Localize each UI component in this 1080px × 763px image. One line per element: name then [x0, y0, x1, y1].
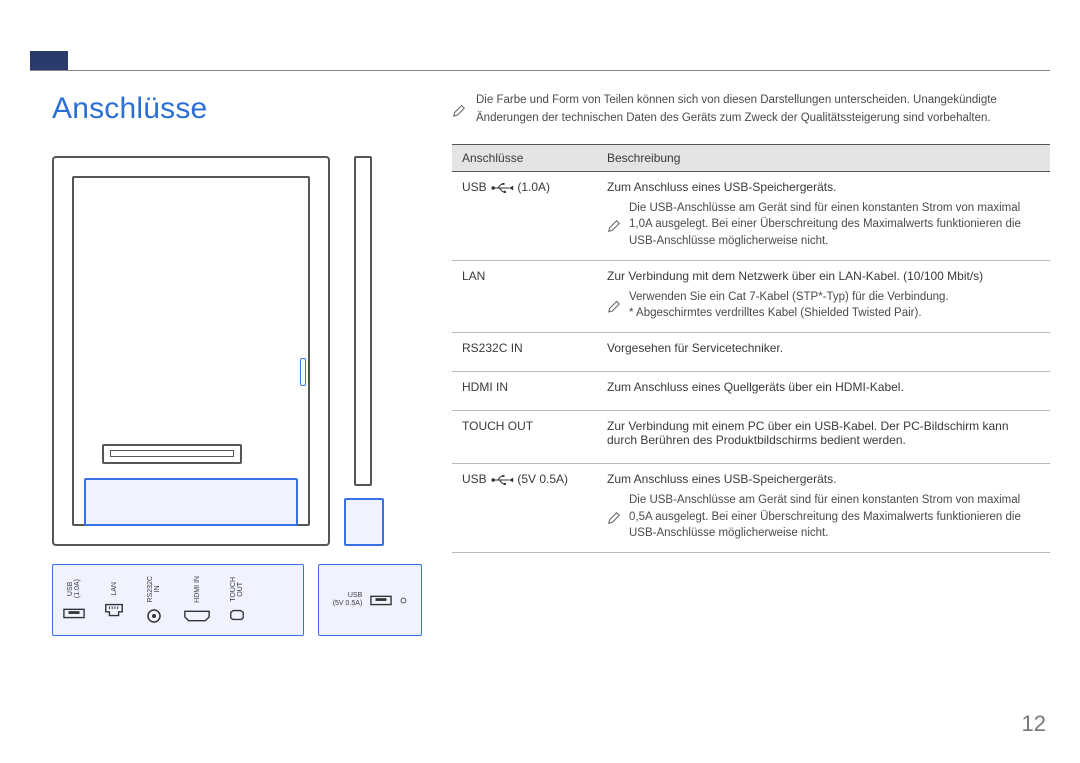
table-row: USB (1.0A)Zum Anschluss eines USB-Speich… — [452, 171, 1050, 260]
top-note: Die Farbe und Form von Teilen können sic… — [452, 92, 1050, 128]
pencil-icon — [607, 494, 621, 542]
port-desc-cell: Vorgesehen für Servicetechniker. — [597, 332, 1050, 371]
hdmi-icon — [183, 608, 211, 624]
port-desc-cell: Zum Anschluss eines Quellgeräts über ein… — [597, 371, 1050, 410]
port-desc-text: Zum Anschluss eines USB-Speichergeräts. — [607, 180, 1040, 194]
port-desc-cell: Zur Verbindung mit einem PC über ein USB… — [597, 410, 1050, 463]
port-desc-cell: Zum Anschluss eines USB-Speichergeräts. D… — [597, 463, 1050, 552]
port-label: RS232C IN — [147, 576, 161, 602]
port-name-suffix: (1.0A) — [514, 180, 550, 194]
port-rs232c: RS232C IN — [143, 576, 165, 624]
port-name-prefix: USB — [462, 180, 490, 194]
device-back-diagram — [52, 156, 330, 546]
pencil-icon — [452, 94, 466, 128]
table-row: HDMI IN Zum Anschluss eines Quellgeräts ü… — [452, 371, 1050, 410]
port-desc-text: Zur Verbindung mit dem Netzwerk über ein… — [607, 269, 1040, 283]
port-desc-text: Zum Anschluss eines Quellgeräts über ein… — [607, 380, 1040, 394]
section-tab — [30, 51, 68, 71]
port-label: USB (1.0A) — [67, 579, 81, 598]
port-name-cell: LAN — [452, 260, 597, 332]
top-note-text: Die Farbe und Form von Teilen können sic… — [476, 92, 1050, 128]
table-row: RS232C IN Vorgesehen für Servicetechniker… — [452, 332, 1050, 371]
pencil-icon — [607, 291, 621, 322]
port-box-side: USB (5V 0.5A) — [318, 564, 422, 636]
microb-icon — [229, 607, 245, 623]
port-box-main: USB (1.0A) LAN RS232C IN HDMI IN TOUCH O… — [52, 564, 304, 636]
port-name-cell: TOUCH OUT — [452, 410, 597, 463]
port-name-suffix: (5V 0.5A) — [514, 472, 568, 486]
pencil-icon — [607, 202, 621, 250]
page-number: 12 — [1022, 711, 1046, 737]
port-touch: TOUCH OUT — [229, 577, 245, 624]
port-strip: USB (1.0A) LAN RS232C IN HDMI IN TOUCH O… — [52, 564, 422, 636]
port-note: Verwenden Sie ein Cat 7-Kabel (STP*-Typ)… — [607, 289, 1040, 322]
port-desc-cell: Zur Verbindung mit dem Netzwerk über ein… — [597, 260, 1050, 332]
rj45-icon — [103, 602, 125, 618]
port-desc-text: Zum Anschluss eines USB-Speichergeräts. — [607, 472, 1040, 486]
table-header-desc: Beschreibung — [597, 144, 1050, 171]
jack-icon — [400, 597, 407, 604]
port-lan: LAN — [103, 582, 125, 618]
port-name-cell: USB (5V 0.5A) — [452, 463, 597, 552]
port-desc-text: Vorgesehen für Servicetechniker. — [607, 341, 1040, 355]
device-side-diagram — [340, 156, 404, 546]
table-row: USB (5V 0.5A)Zum Anschluss eines USB-Spe… — [452, 463, 1050, 552]
usb-symbol-icon — [490, 183, 514, 193]
port-note-text: Verwenden Sie ein Cat 7-Kabel (STP*-Typ)… — [629, 289, 949, 322]
port-note: Die USB-Anschlüsse am Gerät sind für ein… — [607, 492, 1040, 542]
device-diagrams — [52, 156, 422, 546]
port-note-text: Die USB-Anschlüsse am Gerät sind für ein… — [629, 200, 1040, 250]
port-label: HDMI IN — [194, 576, 201, 603]
port-desc-text: Zur Verbindung mit einem PC über ein USB… — [607, 419, 1040, 447]
table-header-port: Anschlüsse — [452, 144, 597, 171]
port-label: LAN — [111, 582, 118, 596]
table-row: TOUCH OUT Zur Verbindung mit einem PC übe… — [452, 410, 1050, 463]
table-row: LAN Zur Verbindung mit dem Netzwerk über … — [452, 260, 1050, 332]
port-desc-cell: Zum Anschluss eines USB-Speichergeräts. D… — [597, 171, 1050, 260]
port-name-cell: HDMI IN — [452, 371, 597, 410]
usb-icon — [63, 605, 85, 621]
port-name-prefix: USB — [462, 472, 490, 486]
port-label: TOUCH OUT — [230, 577, 244, 602]
port-label: USB (5V 0.5A) — [333, 592, 363, 607]
port-name-cell: USB (1.0A) — [452, 171, 597, 260]
usb-symbol-icon — [490, 475, 514, 485]
header-rule — [30, 70, 1050, 71]
port-hdmi: HDMI IN — [183, 576, 211, 625]
port-name-cell: RS232C IN — [452, 332, 597, 371]
page-title: Anschlüsse — [52, 92, 422, 126]
usb-icon — [370, 592, 392, 608]
jack-icon — [143, 608, 165, 624]
port-note: Die USB-Anschlüsse am Gerät sind für ein… — [607, 200, 1040, 250]
port-usb-1a: USB (1.0A) — [63, 579, 85, 620]
port-note-text: Die USB-Anschlüsse am Gerät sind für ein… — [629, 492, 1040, 542]
connections-table: Anschlüsse Beschreibung USB (1.0A)Zum An… — [452, 144, 1050, 553]
